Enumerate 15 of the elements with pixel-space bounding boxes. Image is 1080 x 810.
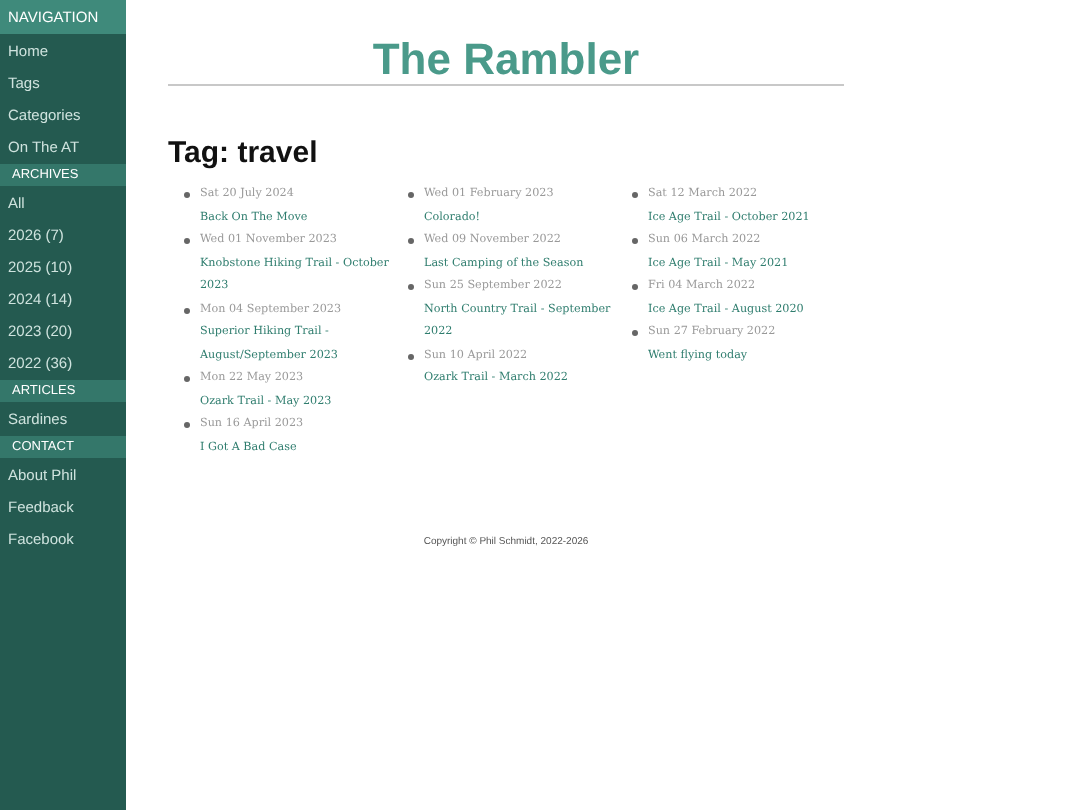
bullet-icon [184, 238, 190, 245]
bullet-icon [632, 238, 638, 245]
bullet-icon [184, 307, 190, 314]
bullet-icon [632, 330, 638, 337]
bullet-icon [632, 284, 638, 291]
bullet-icon [408, 238, 414, 245]
bullet-icon [184, 192, 190, 199]
site-title: The Rambler [372, 36, 640, 84]
bullet-icon [408, 284, 414, 291]
bullet-icon [184, 376, 190, 383]
bullet-icon [408, 192, 414, 199]
bullet-icon [408, 353, 414, 360]
bullet-icon [632, 192, 638, 199]
bullet-icon [184, 422, 190, 429]
page-heading: Tag: travel [168, 136, 320, 172]
